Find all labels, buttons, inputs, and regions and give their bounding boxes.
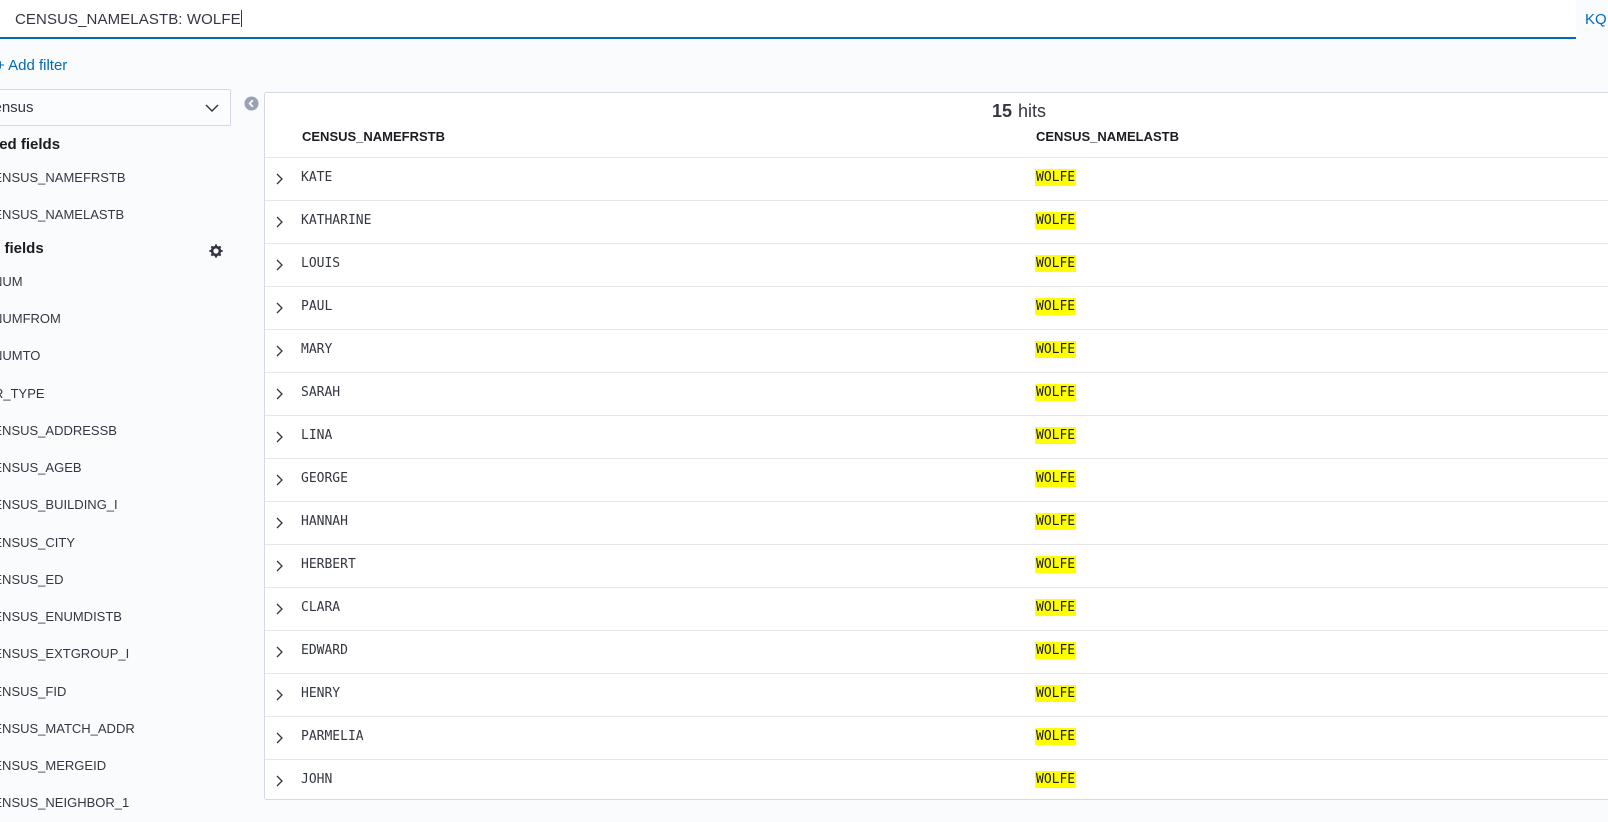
cell-last-name-highlighted: WOLFE	[1035, 513, 1077, 530]
add-filter-link[interactable]: + Add filter	[0, 57, 67, 74]
table-row[interactable]: SARAH WOLFE	[265, 372, 1608, 415]
chevron-right-icon[interactable]	[275, 430, 285, 448]
cell-first-name: PAUL	[301, 299, 333, 314]
table-row[interactable]: LOUIS WOLFE	[265, 243, 1608, 286]
cell-last-name-highlighted: WOLFE	[1035, 169, 1077, 186]
table-row[interactable]: GEORGE WOLFE	[265, 458, 1608, 501]
column-header-last-name[interactable]: CENSUS_NAMELASTB	[1036, 129, 1179, 144]
cell-first-name: JOHN	[301, 772, 333, 787]
available-field[interactable]: CENSUS_MERGEID	[0, 758, 106, 773]
available-field[interactable]: CENSUS_MATCH_ADDR	[0, 721, 135, 736]
cell-first-name: CLARA	[301, 600, 341, 615]
table-row[interactable]: KATHARINE WOLFE	[265, 200, 1608, 243]
cell-last-name-highlighted: WOLFE	[1035, 427, 1077, 444]
available-field[interactable]: CENSUS_EXTGROUP_I	[0, 646, 129, 661]
available-field[interactable]: NUMTO	[0, 348, 40, 363]
cell-last-name-highlighted: WOLFE	[1035, 599, 1077, 616]
table-row[interactable]: JOHN WOLFE	[265, 759, 1608, 802]
cell-last-name-highlighted: WOLFE	[1035, 212, 1077, 229]
table-row[interactable]: LINA WOLFE	[265, 415, 1608, 458]
cell-last-name-highlighted: WOLFE	[1035, 771, 1077, 788]
column-header-first-name[interactable]: CENSUS_NAMEFRSTB	[302, 129, 445, 144]
available-field[interactable]: CENSUS_ED	[0, 572, 63, 587]
collapse-sidebar-icon[interactable]	[244, 96, 259, 116]
cell-last-name-highlighted: WOLFE	[1035, 384, 1077, 401]
cell-last-name-highlighted: WOLFE	[1035, 470, 1077, 487]
chevron-right-icon[interactable]	[275, 301, 285, 319]
chevron-right-icon[interactable]	[275, 473, 285, 491]
cell-first-name: HENRY	[301, 686, 341, 701]
chevron-right-icon[interactable]	[275, 688, 285, 706]
cell-first-name: KATE	[301, 170, 333, 185]
cell-first-name: LOUIS	[301, 256, 341, 271]
cell-first-name: EDWARD	[301, 643, 348, 658]
available-field[interactable]: CENSUS_FID	[0, 684, 66, 699]
kql-language-button[interactable]: KQ	[1585, 11, 1607, 28]
index-pattern-select[interactable]: census	[0, 89, 231, 126]
selected-fields-title: Selected fields	[0, 136, 61, 153]
cell-first-name: PARMELIA	[301, 729, 364, 744]
table-row[interactable]: PAUL WOLFE	[265, 286, 1608, 329]
cell-last-name-highlighted: WOLFE	[1035, 255, 1077, 272]
cell-first-name: KATHARINE	[301, 213, 372, 228]
cell-first-name: HERBERT	[301, 557, 356, 572]
hits-label: hits	[1018, 101, 1047, 121]
cell-first-name: LINA	[301, 428, 333, 443]
chevron-right-icon[interactable]	[275, 559, 285, 577]
table-row[interactable]: HENRY WOLFE	[265, 673, 1608, 716]
available-field[interactable]: CENSUS_AGEB	[0, 460, 82, 475]
chevron-right-icon[interactable]	[275, 344, 285, 362]
chevron-right-icon[interactable]	[275, 731, 285, 749]
table-row[interactable]: MARY WOLFE	[265, 329, 1608, 372]
table-row[interactable]: HANNAH WOLFE	[265, 501, 1608, 544]
chevron-right-icon[interactable]	[275, 774, 285, 792]
hit-count: 15 hits	[992, 101, 1046, 122]
available-field[interactable]: CENSUS_CITY	[0, 535, 75, 550]
available-field[interactable]: NUMFROM	[0, 311, 61, 326]
table-row[interactable]: EDWARD WOLFE	[265, 630, 1608, 673]
cell-last-name-highlighted: WOLFE	[1035, 728, 1077, 745]
search-input[interactable]: CENSUS_NAMELASTB: WOLFE	[15, 10, 242, 28]
index-pattern-label: census	[0, 99, 34, 116]
available-field[interactable]: CENSUS_ADDRESSB	[0, 423, 117, 438]
table-row[interactable]: HERBERT WOLFE	[265, 544, 1608, 587]
selected-field[interactable]: CENSUS_NAMELASTB	[0, 207, 124, 222]
cell-first-name: SARAH	[301, 385, 341, 400]
cell-last-name-highlighted: WOLFE	[1035, 642, 1077, 659]
cell-first-name: MARY	[301, 342, 333, 357]
chevron-right-icon[interactable]	[275, 645, 285, 663]
chevron-down-icon	[204, 100, 220, 121]
chevron-right-icon[interactable]	[275, 172, 285, 190]
hit-count-value: 15	[992, 101, 1013, 121]
available-field[interactable]: NUM	[0, 274, 23, 289]
available-field[interactable]: CENSUS_NEIGHBOR_1	[0, 795, 129, 810]
cell-first-name: HANNAH	[301, 514, 348, 529]
table-row[interactable]: PARMELIA WOLFE	[265, 716, 1608, 759]
table-row[interactable]: KATE WOLFE	[265, 157, 1608, 200]
chevron-right-icon[interactable]	[275, 602, 285, 620]
available-field[interactable]: R_TYPE	[0, 386, 45, 401]
available-field[interactable]: CENSUS_BUILDING_I	[0, 497, 118, 512]
cell-last-name-highlighted: WOLFE	[1035, 298, 1077, 315]
query-bar[interactable]: CENSUS_NAMELASTB: WOLFE	[0, 0, 1576, 39]
cell-first-name: GEORGE	[301, 471, 348, 486]
available-fields-title: Available fields	[0, 240, 44, 257]
gear-icon[interactable]	[209, 244, 223, 263]
available-field[interactable]: CENSUS_ENUMDISTB	[0, 609, 122, 624]
chevron-right-icon[interactable]	[275, 215, 285, 233]
chevron-right-icon[interactable]	[275, 258, 285, 276]
cell-last-name-highlighted: WOLFE	[1035, 556, 1077, 573]
text-cursor	[240, 10, 242, 27]
table-row[interactable]: CLARA WOLFE	[265, 587, 1608, 630]
cell-last-name-highlighted: WOLFE	[1035, 685, 1077, 702]
selected-field[interactable]: CENSUS_NAMEFRSTB	[0, 170, 126, 185]
cell-last-name-highlighted: WOLFE	[1035, 341, 1077, 358]
chevron-right-icon[interactable]	[275, 387, 285, 405]
chevron-right-icon[interactable]	[275, 516, 285, 534]
